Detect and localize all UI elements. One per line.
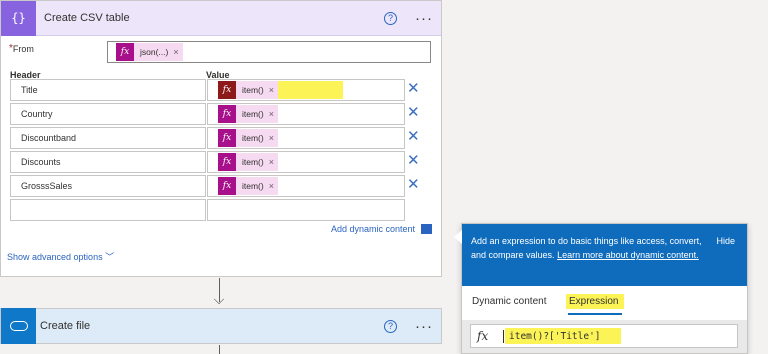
delete-row-icon[interactable]: ✕ (407, 175, 420, 193)
help-icon[interactable]: ? (384, 11, 397, 25)
value-token[interactable]: fx item() × (218, 105, 278, 123)
curly-braces-icon: {} (1, 0, 36, 36)
fx-icon: fx (218, 105, 236, 123)
token-label: item() (242, 181, 264, 191)
card-header[interactable]: {} Create CSV table ? ··· (1, 0, 441, 36)
from-label-row: * From (9, 43, 34, 54)
remove-token-icon[interactable]: × (269, 133, 274, 143)
remove-token-icon[interactable]: × (269, 109, 274, 119)
fx-icon: fx (218, 153, 236, 171)
more-options-icon[interactable]: ··· (415, 10, 433, 27)
show-advanced-label: Show advanced options (7, 252, 103, 262)
empty-value-cell[interactable] (207, 199, 405, 221)
expression-input[interactable]: fx item()?['Title'] (470, 324, 738, 348)
delete-row-icon[interactable]: ✕ (407, 79, 420, 97)
header-cell[interactable]: Discountband (10, 127, 206, 149)
learn-more-link[interactable]: Learn more about dynamic content. (557, 250, 699, 260)
card-title: Create CSV table (44, 12, 130, 24)
value-cell[interactable]: fx item() × (207, 151, 405, 173)
token-label: item() (242, 109, 264, 119)
onedrive-cloud-icon (1, 308, 36, 344)
dynamic-content-popup: Add an expression to do basic things lik… (454, 223, 748, 354)
tab-expression[interactable]: Expression (569, 296, 618, 307)
popup-info-banner: Add an expression to do basic things lik… (462, 224, 747, 286)
remove-token-icon[interactable]: × (173, 47, 178, 57)
value-cell[interactable]: fx item() × (207, 79, 405, 101)
header-text: Discountband (21, 133, 77, 143)
create-csv-table-card: {} Create CSV table ? ··· * From fx json… (0, 0, 442, 277)
delete-row-icon[interactable]: ✕ (407, 127, 420, 145)
expression-area: fx item()?['Title'] (462, 320, 747, 353)
expression-text: item()?['Title'] (509, 331, 601, 342)
header-text: GrosssSales (21, 181, 73, 191)
header-cell[interactable]: GrosssSales (10, 175, 206, 197)
remove-token-icon[interactable]: × (269, 157, 274, 167)
token-label: item() (242, 85, 264, 95)
token-label: item() (242, 157, 264, 167)
chevron-down-icon: ﹀ (105, 252, 115, 262)
token-label: json(...) (140, 47, 169, 57)
delete-row-icon[interactable]: ✕ (407, 103, 420, 121)
header-cell[interactable]: Country (10, 103, 206, 125)
popup-message: Add an expression to do basic things lik… (471, 234, 703, 262)
header-text: Title (21, 85, 38, 95)
arrow-down-icon (213, 293, 225, 305)
empty-header-cell[interactable] (10, 199, 206, 221)
from-token[interactable]: fx json(...) × (116, 43, 183, 61)
fx-icon: fx (218, 129, 236, 147)
more-options-icon[interactable]: ··· (415, 318, 433, 335)
show-advanced-options-link[interactable]: Show advanced options ﹀ (7, 250, 114, 263)
value-token[interactable]: fx item() × (218, 153, 278, 171)
active-tab-indicator (568, 313, 622, 315)
remove-token-icon[interactable]: × (269, 181, 274, 191)
dynamic-content-icon[interactable] (421, 224, 432, 234)
fx-icon: fx (477, 329, 489, 343)
fx-icon: fx (218, 177, 236, 195)
from-input[interactable]: fx json(...) × (107, 41, 431, 63)
hide-button[interactable]: Hide (716, 234, 735, 248)
card-title: Create file (40, 320, 91, 332)
value-cell[interactable]: fx item() × (207, 127, 405, 149)
value-cell[interactable]: fx item() × (207, 103, 405, 125)
value-cell[interactable]: fx item() × (207, 175, 405, 197)
from-label: From (12, 43, 34, 54)
fx-icon: fx (218, 81, 236, 99)
header-text: Country (21, 109, 53, 119)
create-file-card[interactable]: Create file ? ··· (0, 308, 442, 344)
value-token[interactable]: fx item() × (218, 81, 278, 99)
add-dynamic-content-link[interactable]: Add dynamic content (331, 224, 415, 234)
value-token[interactable]: fx item() × (218, 129, 278, 147)
help-icon[interactable]: ? (384, 319, 397, 333)
header-text: Discounts (21, 157, 61, 167)
flow-connector (219, 345, 220, 354)
tab-dynamic-content[interactable]: Dynamic content (472, 296, 546, 307)
text-cursor (503, 330, 504, 343)
popup-pointer (454, 230, 462, 244)
token-label: item() (242, 133, 264, 143)
header-cell[interactable]: Title (10, 79, 206, 101)
header-cell[interactable]: Discounts (10, 151, 206, 173)
value-token[interactable]: fx item() × (218, 177, 278, 195)
remove-token-icon[interactable]: × (269, 85, 274, 95)
fx-icon: fx (116, 43, 134, 61)
delete-row-icon[interactable]: ✕ (407, 151, 420, 169)
